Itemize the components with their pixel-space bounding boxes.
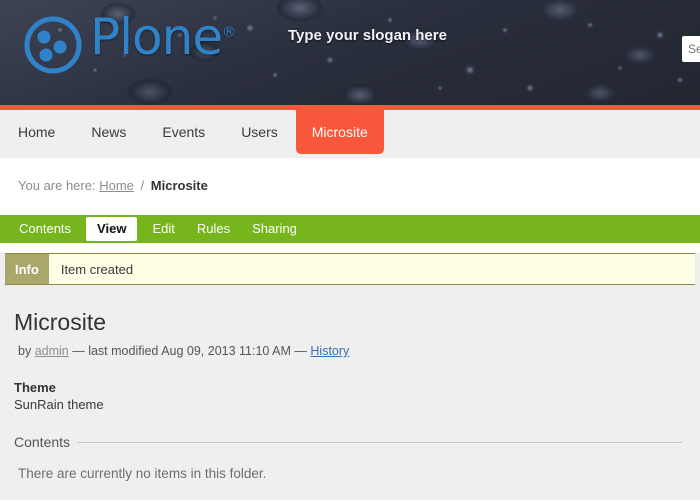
nav-item-news[interactable]: News	[73, 110, 144, 152]
registered-mark: ®	[222, 24, 236, 41]
empty-folder-message: There are currently no items in this fol…	[18, 466, 267, 481]
field-theme-value: SunRain theme	[14, 397, 104, 412]
byline-dash-2: —	[294, 344, 307, 358]
site-wordmark[interactable]: Plone®	[90, 8, 236, 66]
plone-logo-icon[interactable]	[22, 14, 84, 76]
tab-rules[interactable]: Rules	[186, 215, 241, 243]
nav-link-events[interactable]: Events	[144, 110, 223, 152]
status-message-text: Item created	[60, 261, 134, 277]
search-input[interactable]	[682, 36, 700, 62]
byline-modified-date: Aug 09, 2013 11:10 AM	[161, 344, 291, 358]
breadcrumb-link-home[interactable]: Home	[99, 178, 134, 193]
contents-heading-rule	[77, 441, 682, 443]
nav-link-microsite[interactable]: Microsite	[295, 110, 384, 154]
breadcrumb-separator: /	[140, 178, 145, 193]
content-views-toolbar: Contents View Edit Rules Sharing	[0, 215, 700, 243]
global-navigation-list: Home News Events Users Microsite	[0, 110, 700, 158]
field-theme-label: Theme	[14, 380, 56, 395]
tab-contents[interactable]: Contents	[8, 215, 82, 243]
breadcrumb: You are here: Home / Microsite	[0, 158, 700, 215]
breadcrumb-current: Microsite	[150, 178, 208, 193]
contents-heading: Contents	[14, 434, 71, 450]
byline-history-link[interactable]: History	[310, 344, 349, 358]
global-navigation: Home News Events Users Microsite	[0, 110, 700, 158]
wordmark-text: Plone	[90, 8, 223, 66]
tab-edit[interactable]: Edit	[141, 215, 185, 243]
byline-dash-1: —	[72, 344, 85, 358]
byline-by: by	[18, 344, 32, 358]
main-content: Microsite by admin — last modified Aug 0…	[0, 285, 700, 499]
nav-link-users[interactable]: Users	[223, 110, 296, 152]
nav-link-home[interactable]: Home	[0, 110, 73, 152]
site-banner: Plone® Type your slogan here	[0, 0, 700, 105]
nav-item-microsite[interactable]: Microsite	[295, 110, 384, 154]
status-badge: Info	[5, 254, 49, 284]
byline-author-link[interactable]: admin	[35, 344, 69, 358]
nav-item-users[interactable]: Users	[223, 110, 296, 152]
message-spacer	[0, 243, 700, 253]
document-byline: by admin — last modified Aug 09, 2013 11…	[18, 344, 682, 358]
site-slogan: Type your slogan here	[288, 27, 447, 44]
nav-link-news[interactable]: News	[73, 110, 144, 152]
nav-item-home[interactable]: Home	[0, 110, 73, 152]
breadcrumb-prefix: You are here:	[18, 178, 96, 193]
status-message: Info Item created	[5, 253, 695, 285]
tab-sharing[interactable]: Sharing	[241, 215, 308, 243]
page-title: Microsite	[14, 309, 107, 335]
byline-modified-label: last modified	[88, 344, 159, 358]
nav-item-events[interactable]: Events	[144, 110, 223, 152]
tab-view[interactable]: View	[86, 217, 138, 241]
contents-section-header: Contents	[14, 434, 682, 450]
field-theme: Theme SunRain theme	[14, 380, 682, 412]
